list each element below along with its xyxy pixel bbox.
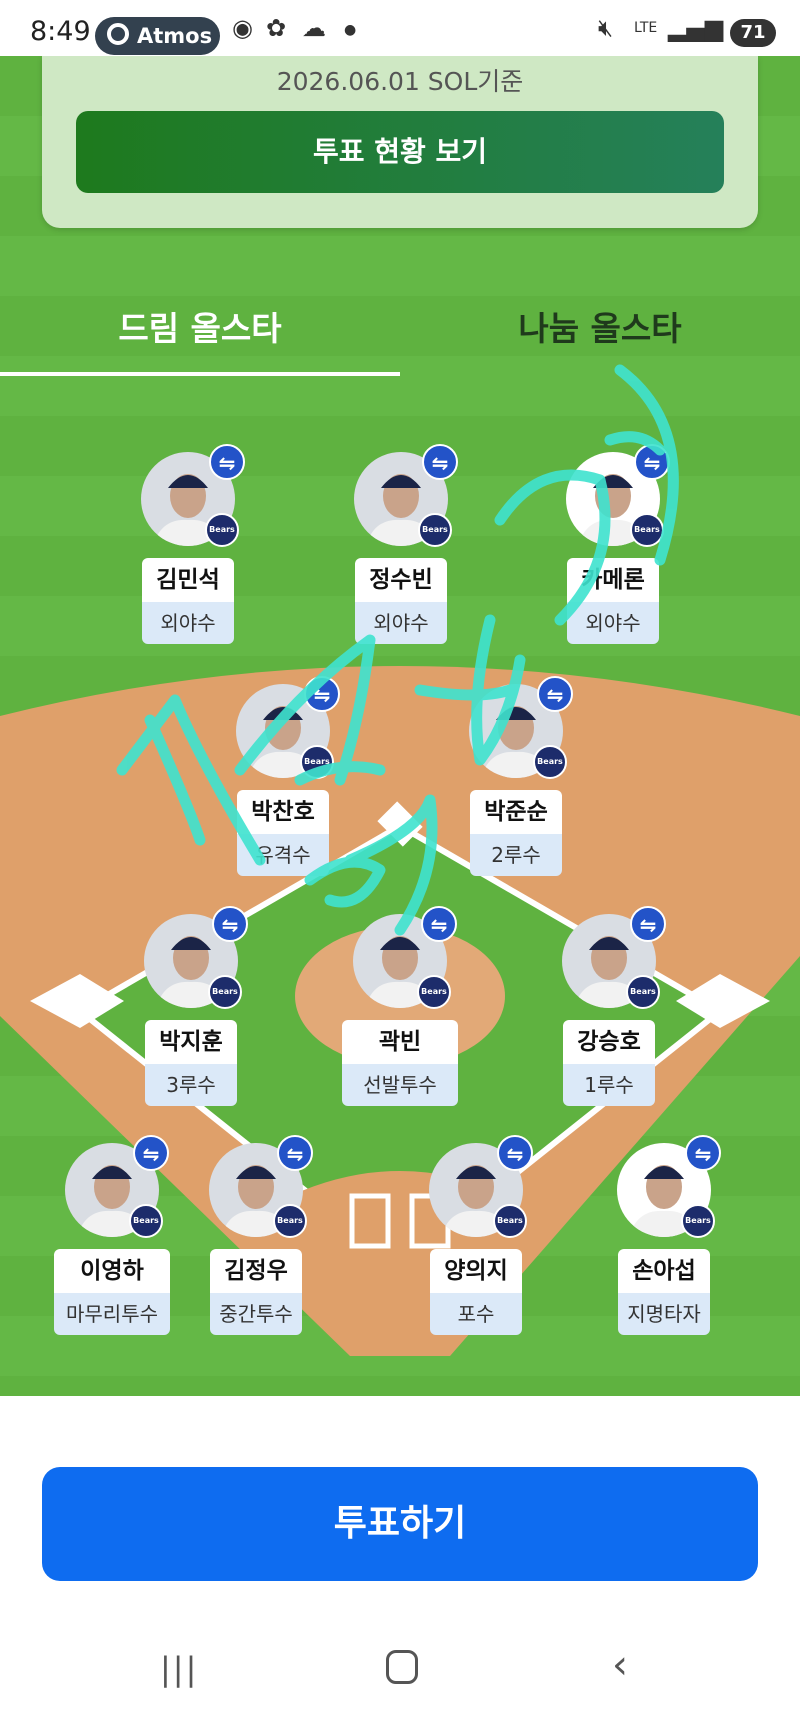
player-card[interactable]: ⇋ Bears 곽빈 선발투수: [340, 906, 460, 1114]
team-logo-icon: Bears: [129, 1204, 163, 1238]
baseball-field: 2026.06.01 SOL기준 투표 현황 보기 드림 올스타 나눔 올스타 …: [0, 56, 800, 1396]
player-name: 정수빈: [355, 558, 447, 602]
status-bar: 8:49 Atmos ◉ ✿ ☁ ● 🔇︎ LTE ▂▄▆ 71: [0, 0, 800, 56]
player-card[interactable]: ⇋ Bears 김민석 외야수: [128, 444, 248, 652]
recents-icon[interactable]: |||: [160, 1650, 198, 1688]
swap-icon[interactable]: ⇋: [304, 676, 340, 712]
mute-icon: 🔇︎: [598, 14, 614, 42]
tab-nanum-allstar[interactable]: 나눔 올스타: [400, 302, 800, 350]
player-position: 선발투수: [342, 1064, 458, 1106]
player-position: 유격수: [237, 834, 329, 876]
player-card[interactable]: ⇋ Bears 강승호 1루수: [549, 906, 669, 1114]
view-vote-status-button[interactable]: 투표 현황 보기: [76, 111, 724, 193]
team-logo-icon: Bears: [533, 745, 567, 779]
app-notification-icon: ◉: [232, 14, 253, 42]
team-logo-icon: Bears: [630, 513, 664, 547]
player-card[interactable]: ⇋ Bears 박지훈 3루수: [131, 906, 251, 1114]
player-card[interactable]: ⇋ Bears 김정우 중간투수: [196, 1135, 316, 1343]
team-logo-icon: Bears: [273, 1204, 307, 1238]
team-logo-icon: Bears: [418, 513, 452, 547]
player-card[interactable]: ⇋ Bears 양의지 포수: [416, 1135, 536, 1343]
player-card[interactable]: ⇋ Bears 정수빈 외야수: [341, 444, 461, 652]
player-position: 1루수: [563, 1064, 655, 1106]
atmos-icon: [107, 23, 129, 45]
back-icon[interactable]: ‹: [612, 1642, 628, 1688]
swap-icon[interactable]: ⇋: [497, 1135, 533, 1171]
swap-icon[interactable]: ⇋: [133, 1135, 169, 1171]
player-position: 외야수: [567, 602, 659, 644]
player-position: 마무리투수: [54, 1293, 170, 1335]
status-time: 8:49: [30, 16, 91, 47]
player-card[interactable]: ⇋ Bears 카메론 외야수: [553, 444, 673, 652]
swap-icon[interactable]: ⇋: [209, 444, 245, 480]
player-position: 3루수: [145, 1064, 237, 1106]
player-position: 외야수: [355, 602, 447, 644]
swap-icon[interactable]: ⇋: [634, 444, 670, 480]
player-name: 양의지: [430, 1249, 522, 1293]
team-logo-icon: Bears: [493, 1204, 527, 1238]
player-name: 박찬호: [237, 790, 329, 834]
player-name: 강승호: [563, 1020, 655, 1064]
player-name: 김정우: [210, 1249, 302, 1293]
team-logo-icon: Bears: [626, 975, 660, 1009]
swap-icon[interactable]: ⇋: [277, 1135, 313, 1171]
tab-dream-allstar[interactable]: 드림 올스타: [0, 302, 400, 350]
team-logo-icon: Bears: [300, 745, 334, 779]
swap-icon[interactable]: ⇋: [630, 906, 666, 942]
team-logo-icon: Bears: [681, 1204, 715, 1238]
swap-icon[interactable]: ⇋: [421, 906, 457, 942]
player-name: 이영하: [54, 1249, 170, 1293]
player-name: 곽빈: [342, 1020, 458, 1064]
home-icon[interactable]: [386, 1650, 418, 1684]
more-notifications-icon: ●: [344, 22, 357, 38]
player-card[interactable]: ⇋ Bears 손아섭 지명타자: [604, 1135, 724, 1343]
basis-date-text: 2026.06.01 SOL기준: [276, 67, 524, 96]
player-card[interactable]: ⇋ Bears 박준순 2루수: [456, 676, 576, 884]
player-position: 외야수: [142, 602, 234, 644]
player-name: 카메론: [567, 558, 659, 602]
weather-icon: ✿: [266, 14, 287, 42]
system-nav-bar: ||| ‹: [0, 1620, 800, 1716]
signal-icon: ▂▄▆: [668, 14, 724, 42]
player-card[interactable]: ⇋ Bears 박찬호 유격수: [223, 676, 343, 884]
player-name: 박준순: [470, 790, 562, 834]
player-name: 박지훈: [145, 1020, 237, 1064]
swap-icon[interactable]: ⇋: [422, 444, 458, 480]
swap-icon[interactable]: ⇋: [685, 1135, 721, 1171]
team-logo-icon: Bears: [208, 975, 242, 1009]
player-position: 2루수: [470, 834, 562, 876]
player-position: 지명타자: [618, 1293, 710, 1335]
swap-icon[interactable]: ⇋: [537, 676, 573, 712]
player-position: 포수: [430, 1293, 522, 1335]
battery-icon: 71: [730, 19, 776, 47]
player-position: 중간투수: [210, 1293, 302, 1335]
swap-icon[interactable]: ⇋: [212, 906, 248, 942]
cloud-icon: ☁: [302, 14, 326, 42]
atmos-app-pill[interactable]: Atmos: [95, 17, 220, 55]
vote-button[interactable]: 투표하기: [42, 1467, 758, 1581]
player-card[interactable]: ⇋ Bears 이영하 마무리투수: [52, 1135, 172, 1343]
vote-info-card: 2026.06.01 SOL기준 투표 현황 보기: [42, 56, 758, 228]
team-logo-icon: Bears: [417, 975, 451, 1009]
player-name: 손아섭: [618, 1249, 710, 1293]
team-logo-icon: Bears: [205, 513, 239, 547]
atmos-label: Atmos: [137, 24, 213, 48]
network-type: LTE: [634, 20, 658, 36]
player-name: 김민석: [142, 558, 234, 602]
active-tab-indicator: [0, 372, 400, 376]
